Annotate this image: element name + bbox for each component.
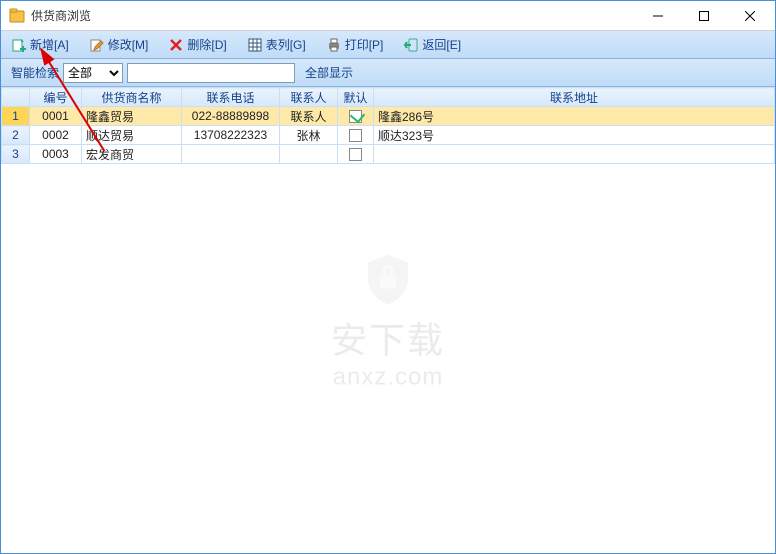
cell-address: 顺达323号 — [374, 126, 775, 145]
columns-label: 表列[G] — [266, 36, 306, 53]
cell-rownum: 3 — [2, 145, 30, 164]
filter-label: 智能检索 — [11, 64, 59, 81]
cell-id: 0001 — [30, 107, 82, 126]
show-all-link[interactable]: 全部显示 — [305, 64, 353, 81]
columns-icon — [247, 37, 263, 53]
col-name[interactable]: 供货商名称 — [82, 88, 182, 107]
search-input[interactable] — [127, 63, 295, 83]
delete-button[interactable]: 删除[D] — [164, 34, 230, 55]
edit-label: 修改[M] — [108, 36, 149, 53]
supplier-table: 编号 供货商名称 联系电话 联系人 默认 联系地址 10001隆鑫贸易022-8… — [1, 87, 775, 164]
table-row[interactable]: 30003宏发商贸 — [2, 145, 775, 164]
window-title: 供货商浏览 — [31, 7, 635, 24]
edit-icon — [89, 37, 105, 53]
cell-id: 0002 — [30, 126, 82, 145]
window-controls — [635, 1, 773, 30]
table-header-row: 编号 供货商名称 联系电话 联系人 默认 联系地址 — [2, 88, 775, 107]
delete-icon — [168, 37, 184, 53]
print-button[interactable]: 打印[P] — [322, 34, 388, 55]
app-icon — [9, 8, 25, 24]
delete-label: 删除[D] — [187, 36, 226, 53]
watermark-line1: 安下载 — [331, 312, 445, 364]
cell-rownum: 2 — [2, 126, 30, 145]
back-label: 返回[E] — [422, 36, 461, 53]
maximize-button[interactable] — [681, 1, 727, 30]
add-button[interactable]: 新增[A] — [7, 34, 73, 55]
watermark: 安下载 anxz.com — [331, 249, 445, 392]
grid-container: 编号 供货商名称 联系电话 联系人 默认 联系地址 10001隆鑫贸易022-8… — [1, 87, 775, 553]
col-contact[interactable]: 联系人 — [280, 88, 338, 107]
print-icon — [326, 37, 342, 53]
cell-phone: 022-88889898 — [182, 107, 280, 126]
cell-phone: 13708222323 — [182, 126, 280, 145]
cell-phone — [182, 145, 280, 164]
cell-address: 隆鑫286号 — [374, 107, 775, 126]
col-id[interactable]: 编号 — [30, 88, 82, 107]
print-label: 打印[P] — [345, 36, 384, 53]
titlebar: 供货商浏览 — [1, 1, 775, 31]
close-button[interactable] — [727, 1, 773, 30]
cell-rownum: 1 — [2, 107, 30, 126]
cell-default[interactable] — [338, 107, 374, 126]
cell-contact — [280, 145, 338, 164]
checkbox-icon — [349, 129, 362, 142]
col-rownum[interactable] — [2, 88, 30, 107]
cell-address — [374, 145, 775, 164]
add-label: 新增[A] — [30, 36, 69, 53]
app-window: 供货商浏览 新增[A] 修改[M] 删除[D] 表列[G] 打印[P] — [0, 0, 776, 554]
cell-name: 宏发商贸 — [82, 145, 182, 164]
add-icon — [11, 37, 27, 53]
checkbox-icon — [349, 110, 362, 123]
col-address[interactable]: 联系地址 — [374, 88, 775, 107]
back-icon — [403, 37, 419, 53]
filter-bar: 智能检索 全部 全部显示 — [1, 59, 775, 87]
table-row[interactable]: 20002顺达贸易13708222323张林 顺达323号 — [2, 126, 775, 145]
columns-button[interactable]: 表列[G] — [243, 34, 310, 55]
checkbox-icon — [349, 148, 362, 161]
toolbar: 新增[A] 修改[M] 删除[D] 表列[G] 打印[P] 返回[E] — [1, 31, 775, 59]
cell-id: 0003 — [30, 145, 82, 164]
cell-name: 隆鑫贸易 — [82, 107, 182, 126]
back-button[interactable]: 返回[E] — [399, 34, 465, 55]
table-row[interactable]: 10001隆鑫贸易022-88889898联系人 隆鑫286号 — [2, 107, 775, 126]
cell-contact: 张林 — [280, 126, 338, 145]
col-default[interactable]: 默认 — [338, 88, 374, 107]
minimize-button[interactable] — [635, 1, 681, 30]
edit-button[interactable]: 修改[M] — [85, 34, 153, 55]
cell-name: 顺达贸易 — [82, 126, 182, 145]
cell-default[interactable] — [338, 145, 374, 164]
cell-contact: 联系人 — [280, 107, 338, 126]
col-phone[interactable]: 联系电话 — [182, 88, 280, 107]
watermark-line2: anxz.com — [331, 364, 445, 392]
filter-dropdown[interactable]: 全部 — [63, 63, 123, 83]
cell-default[interactable] — [338, 126, 374, 145]
